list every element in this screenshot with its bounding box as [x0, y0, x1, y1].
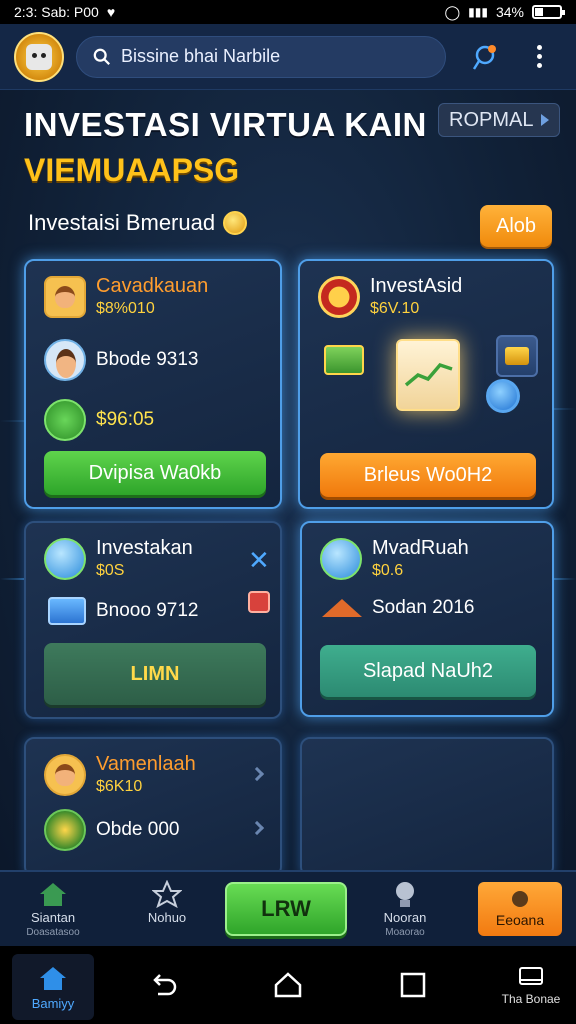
system-nav-bar: Bamiyy Tha Bonae	[0, 946, 576, 1024]
sys-right-button[interactable]: Tha Bonae	[496, 966, 566, 1006]
section-header: Investaisi Bmeruad	[28, 210, 248, 236]
avatar-icon	[512, 891, 528, 907]
nav-item-siantan[interactable]: Siantan Doasatasoo	[8, 880, 98, 938]
blue-orb-icon	[486, 379, 520, 413]
mode-selector[interactable]: ROPMAL	[438, 103, 560, 137]
battery-icon	[532, 5, 565, 19]
section-action-button[interactable]: Alob	[480, 205, 552, 247]
card-value: $6K10	[96, 778, 143, 795]
card-box-icon	[48, 597, 86, 625]
card-action-button[interactable]: Slapad NaUh2	[320, 645, 536, 697]
nav-sublabel: Doasatasoo	[26, 927, 80, 938]
investment-card[interactable]: Cavadkauan $8%010 Bbode 9313 $96:05 Dvip…	[24, 259, 282, 509]
search-input[interactable]: Bissine bhai Narbile	[121, 46, 280, 67]
card-name: Investakan	[96, 537, 193, 559]
coin-stack-icon	[44, 809, 86, 851]
leaf-icon	[44, 399, 86, 441]
notification-icon: ♥	[106, 4, 116, 20]
search-bar[interactable]: Bissine bhai Narbile	[76, 35, 446, 78]
search-icon	[93, 48, 110, 65]
close-icon[interactable]: ✕	[248, 545, 270, 576]
sys-right-label: Tha Bonae	[501, 992, 561, 1006]
card-stat: Obde 000	[96, 819, 180, 840]
card-value: $0S	[96, 562, 125, 579]
home-icon	[40, 966, 66, 990]
home-outline-icon[interactable]	[274, 972, 302, 998]
page-title: INVESTASI VIRTUA KAIN	[24, 106, 427, 143]
robot-icon	[396, 882, 414, 907]
card-value: $6V.10	[370, 300, 420, 317]
character-avatar	[44, 275, 86, 318]
boy-avatar-icon	[44, 339, 86, 381]
mode-label: ROPMAL	[449, 108, 534, 131]
card-name: Cavadkauan	[96, 275, 209, 297]
back-icon[interactable]	[150, 972, 178, 998]
signal-icon: ▮▮▮	[468, 5, 488, 19]
star-tool-icon	[152, 880, 182, 908]
card-action-button[interactable]: Brleus Wo0H2	[320, 453, 536, 497]
status-time: 2:3: Sab: P00	[14, 4, 99, 20]
location-pin-button[interactable]	[468, 40, 502, 74]
pin-icon	[472, 44, 496, 70]
globe-icon	[320, 537, 362, 580]
card-name: Vamenlaah	[96, 753, 196, 775]
more-menu-button[interactable]	[522, 40, 556, 74]
card-name: InvestAsid	[370, 275, 463, 297]
status-bar: 2:3: Sab: P00 ♥ ◯ ▮▮▮ 34%	[0, 0, 576, 24]
card-action-button[interactable]: Dvipisa Wa0kb	[44, 451, 266, 495]
card-stat: $96:05	[96, 409, 155, 430]
nav-label: Nohuo	[147, 910, 187, 925]
red-coin-icon	[318, 275, 360, 318]
card-name: MvadRuah	[372, 537, 469, 559]
character-avatar	[44, 753, 86, 796]
recents-icon[interactable]	[400, 972, 426, 998]
sys-home-label: Bamiyy	[31, 995, 75, 1011]
investment-card[interactable]: Investakan $0S ✕ Bnooo 9712 LIMN	[24, 521, 282, 719]
chevron-right-icon[interactable]	[249, 820, 265, 836]
sys-home-button[interactable]: Bamiyy	[12, 954, 94, 1020]
treasure-icon	[496, 335, 538, 377]
card-value: $8%010	[96, 300, 155, 317]
cash-icon	[324, 345, 364, 375]
window-icon	[519, 967, 543, 985]
house-icon	[322, 599, 362, 617]
section-label: Investaisi Bmeruad	[28, 210, 216, 235]
magnifier-globe-icon	[44, 537, 86, 580]
battery-percent: 34%	[495, 4, 524, 20]
nav-item-nooran[interactable]: Nooran Moaorao	[360, 880, 450, 938]
robot-face-icon	[26, 43, 52, 70]
nav-item-nohuo[interactable]: Nohuo	[122, 880, 212, 925]
top-bar: Bissine bhai Narbile	[0, 24, 576, 90]
card-stat: Bbode 9313	[96, 349, 199, 370]
growth-chart-document-icon	[396, 339, 460, 411]
investment-card[interactable]: MvadRuah $0.6 Sodan 2016 Slapad NaUh2	[300, 521, 554, 717]
investment-card[interactable]: InvestAsid $6V.10 Brleus Wo0H2	[298, 259, 554, 509]
nav-orange-label: Eeoana	[495, 912, 545, 928]
card-stat: Sodan 2016	[372, 597, 475, 618]
page-subtitle: VIEMUAAPSG	[24, 152, 240, 188]
card-stat: Bnooo 9712	[96, 600, 199, 621]
nav-orange-button[interactable]: Eeoana	[478, 882, 562, 936]
alert-badge-icon	[248, 591, 270, 613]
empty-card	[300, 737, 554, 877]
center-action-button[interactable]: LRW	[225, 882, 347, 936]
nav-label: Nooran	[383, 910, 427, 925]
nav-sublabel: Moaorao	[385, 927, 425, 938]
coin-icon	[223, 211, 248, 235]
home-icon	[40, 883, 66, 906]
game-logo[interactable]	[14, 31, 64, 82]
game-bottom-nav: Siantan Doasatasoo Nohuo LRW Nooran Moao…	[0, 870, 576, 946]
card-value: $0.6	[372, 562, 404, 579]
alarm-icon: ◯	[444, 3, 461, 20]
card-action-button[interactable]: LIMN	[44, 643, 266, 705]
investment-card[interactable]: Vamenlaah $6K10 Obde 000	[24, 737, 282, 877]
chevron-right-icon	[541, 114, 549, 126]
nav-label: Siantan	[30, 910, 76, 925]
chevron-right-icon[interactable]	[249, 766, 265, 782]
more-vertical-icon	[536, 45, 542, 68]
